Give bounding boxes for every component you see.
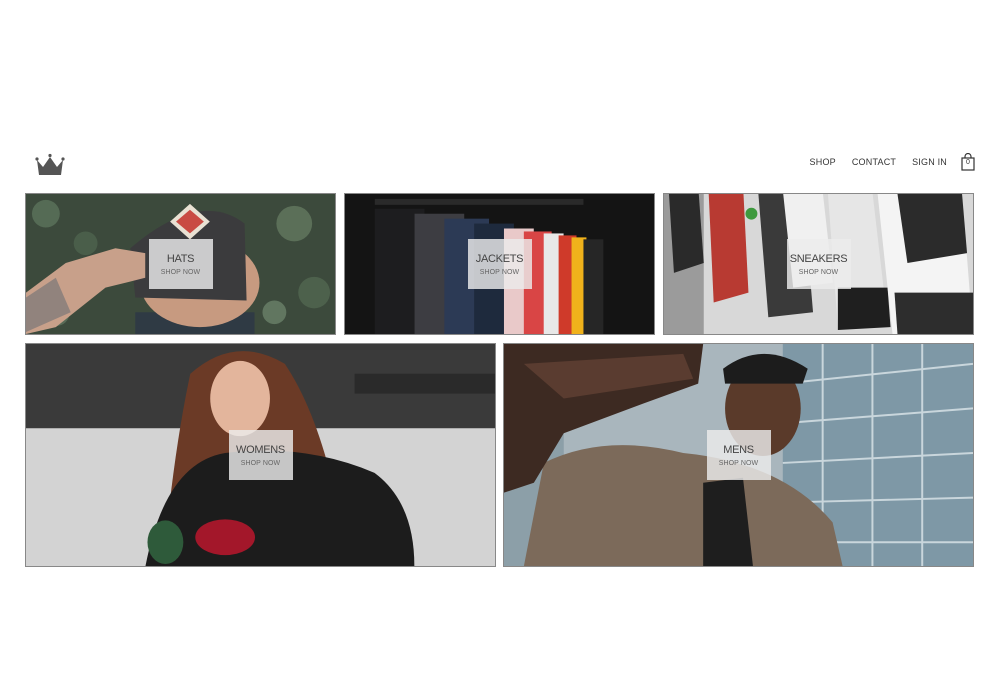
- category-tile-mens[interactable]: MENS SHOP NOW: [503, 343, 974, 567]
- category-tile-jackets[interactable]: JACKETS SHOP NOW: [344, 193, 655, 335]
- category-tile-sneakers[interactable]: SNEAKERS SHOP NOW: [663, 193, 974, 335]
- header: SHOP CONTACT SIGN IN 0: [25, 145, 975, 185]
- hats-shop-now-link[interactable]: SHOP NOW: [161, 269, 201, 276]
- hats-title: HATS: [166, 253, 195, 265]
- mens-label[interactable]: MENS SHOP NOW: [706, 430, 771, 480]
- mens-title: MENS: [723, 444, 754, 456]
- nav-shop-link[interactable]: SHOP: [810, 151, 836, 173]
- jackets-shop-now-link[interactable]: SHOP NOW: [480, 269, 520, 276]
- hats-label[interactable]: HATS SHOP NOW: [148, 239, 213, 289]
- crown-icon[interactable]: [34, 151, 66, 179]
- sneakers-shop-now-link[interactable]: SHOP NOW: [799, 269, 839, 276]
- category-tile-womens[interactable]: WOMENS SHOP NOW: [25, 343, 496, 567]
- womens-shop-now-link[interactable]: SHOP NOW: [241, 460, 281, 467]
- cart-count: 0: [966, 159, 970, 166]
- womens-label[interactable]: WOMENS SHOP NOW: [228, 430, 293, 480]
- womens-title: WOMENS: [236, 444, 285, 456]
- nav-sign-in-link[interactable]: SIGN IN: [912, 151, 947, 173]
- jackets-title: JACKETS: [475, 253, 524, 265]
- sneakers-title: SNEAKERS: [789, 253, 848, 265]
- nav-menu: SHOP CONTACT SIGN IN 0: [794, 151, 975, 173]
- jackets-label[interactable]: JACKETS SHOP NOW: [467, 239, 532, 289]
- mens-shop-now-link[interactable]: SHOP NOW: [719, 460, 759, 467]
- shopping-bag-icon[interactable]: 0: [961, 152, 975, 171]
- nav-contact-link[interactable]: CONTACT: [852, 151, 896, 173]
- page: SHOP CONTACT SIGN IN 0 HATS SHOP NOW JAC…: [0, 0, 1000, 700]
- sneakers-label[interactable]: SNEAKERS SHOP NOW: [786, 239, 851, 289]
- category-tile-hats[interactable]: HATS SHOP NOW: [25, 193, 336, 335]
